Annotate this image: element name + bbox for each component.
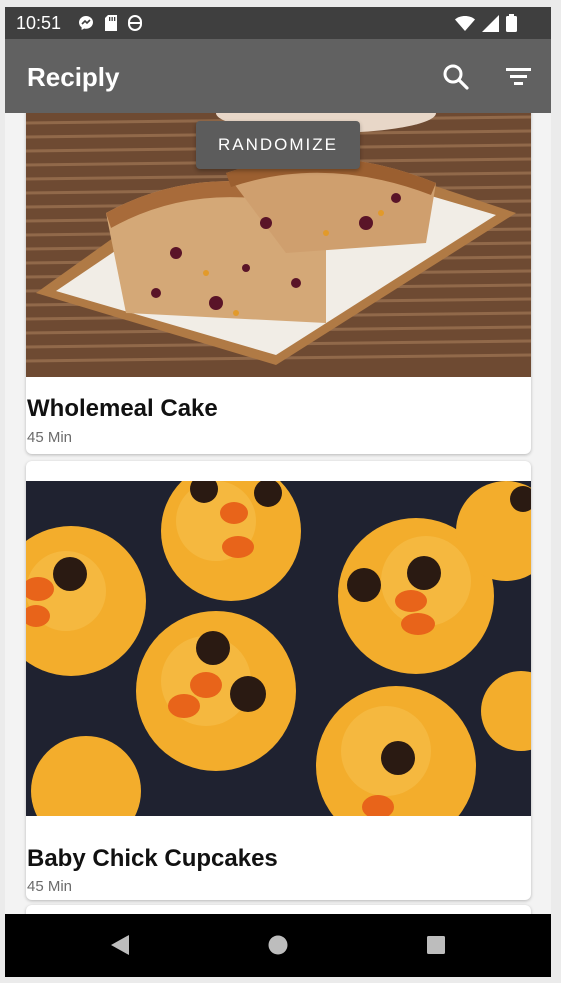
- sd-card-icon: [104, 14, 118, 37]
- wifi-icon: [455, 15, 475, 37]
- data-saver-icon: [127, 14, 143, 37]
- back-icon[interactable]: [109, 933, 131, 962]
- randomize-button[interactable]: RANDOMIZE: [196, 121, 360, 169]
- status-time: 10:51: [16, 13, 62, 33]
- recipe-card[interactable]: [26, 905, 531, 914]
- home-icon[interactable]: [267, 933, 289, 962]
- recents-icon[interactable]: [425, 933, 447, 962]
- recipe-title: Baby Chick Cupcakes: [27, 845, 278, 872]
- recipe-time: 45 Min: [27, 878, 73, 895]
- navigation-bar: [5, 914, 551, 977]
- messenger-icon: [77, 14, 95, 37]
- chick-cupcakes-photo[interactable]: [26, 481, 531, 816]
- app-bar: Reciply: [5, 39, 551, 113]
- status-bar: 10:51: [5, 7, 551, 39]
- recipe-time: 45 Min: [27, 429, 73, 446]
- filter-icon[interactable]: [503, 61, 535, 93]
- signal-icon: [482, 14, 499, 37]
- search-icon[interactable]: [440, 61, 472, 93]
- recipe-title: Wholemeal Cake: [27, 395, 218, 422]
- phone-screen: 10:51 Reciply Wholemeal Cake 45 Min Baby…: [5, 7, 551, 977]
- battery-icon: [506, 14, 517, 37]
- recipe-list[interactable]: Wholemeal Cake 45 Min Baby Chick Cupcake…: [5, 113, 551, 914]
- recipe-card[interactable]: Baby Chick Cupcakes 45 Min: [26, 461, 531, 900]
- app-title: Reciply: [27, 62, 120, 92]
